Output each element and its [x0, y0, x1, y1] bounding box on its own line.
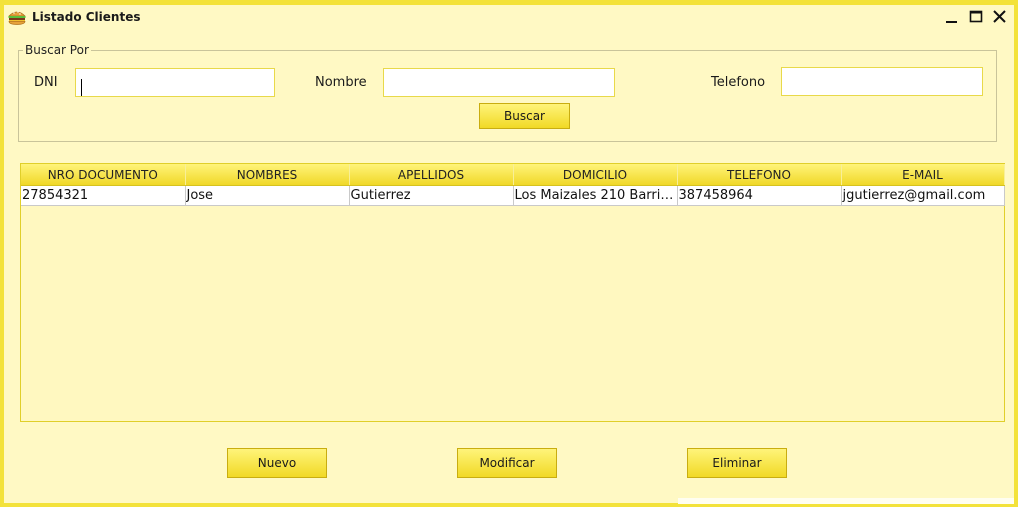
clientes-window: Listado Clientes Buscar Por DNI Nombre T…: [0, 0, 1018, 507]
cell-email[interactable]: jgutierrez@gmail.com: [841, 185, 1005, 206]
table-header-row: NRO DOCUMENTO NOMBRES APELLIDOS DOMICILI…: [21, 164, 1005, 186]
window-shadow-strip: [678, 498, 1014, 504]
table-row[interactable]: 27854321 Jose Gutierrez Los Maizales 210…: [21, 185, 1005, 206]
clientes-table[interactable]: NRO DOCUMENTO NOMBRES APELLIDOS DOMICILI…: [20, 163, 1005, 422]
modificar-button[interactable]: Modificar: [457, 448, 557, 478]
dni-label: DNI: [34, 75, 58, 90]
telefono-input[interactable]: [781, 67, 983, 96]
burger-icon: [7, 8, 27, 26]
title-bar[interactable]: Listado Clientes: [4, 5, 1014, 31]
nombre-input[interactable]: [383, 68, 615, 97]
nombre-label: Nombre: [315, 75, 367, 90]
minimize-icon[interactable]: [942, 8, 962, 26]
buscar-button[interactable]: Buscar: [479, 103, 570, 129]
column-header[interactable]: E-MAIL: [841, 164, 1005, 186]
cell-domicilio[interactable]: Los Maizales 210 Barrio ...: [513, 185, 678, 206]
column-header[interactable]: TELEFONO: [677, 164, 842, 186]
cell-apellidos[interactable]: Gutierrez: [349, 185, 514, 206]
nuevo-button[interactable]: Nuevo: [227, 448, 327, 478]
window-title: Listado Clientes: [32, 10, 141, 24]
column-header[interactable]: APELLIDOS: [349, 164, 514, 186]
maximize-icon[interactable]: [966, 8, 986, 26]
eliminar-button[interactable]: Eliminar: [687, 448, 787, 478]
column-header[interactable]: NOMBRES: [185, 164, 350, 186]
search-legend: Buscar Por: [25, 43, 89, 57]
column-header[interactable]: NRO DOCUMENTO: [21, 164, 186, 186]
cell-nombres[interactable]: Jose: [185, 185, 350, 206]
cell-telefono[interactable]: 387458964: [677, 185, 842, 206]
telefono-label: Telefono: [711, 75, 766, 90]
close-icon[interactable]: [990, 8, 1010, 26]
cell-nro-documento[interactable]: 27854321: [21, 185, 186, 206]
text-caret: [81, 79, 82, 96]
column-header[interactable]: DOMICILIO: [513, 164, 678, 186]
dni-input[interactable]: [75, 68, 275, 97]
